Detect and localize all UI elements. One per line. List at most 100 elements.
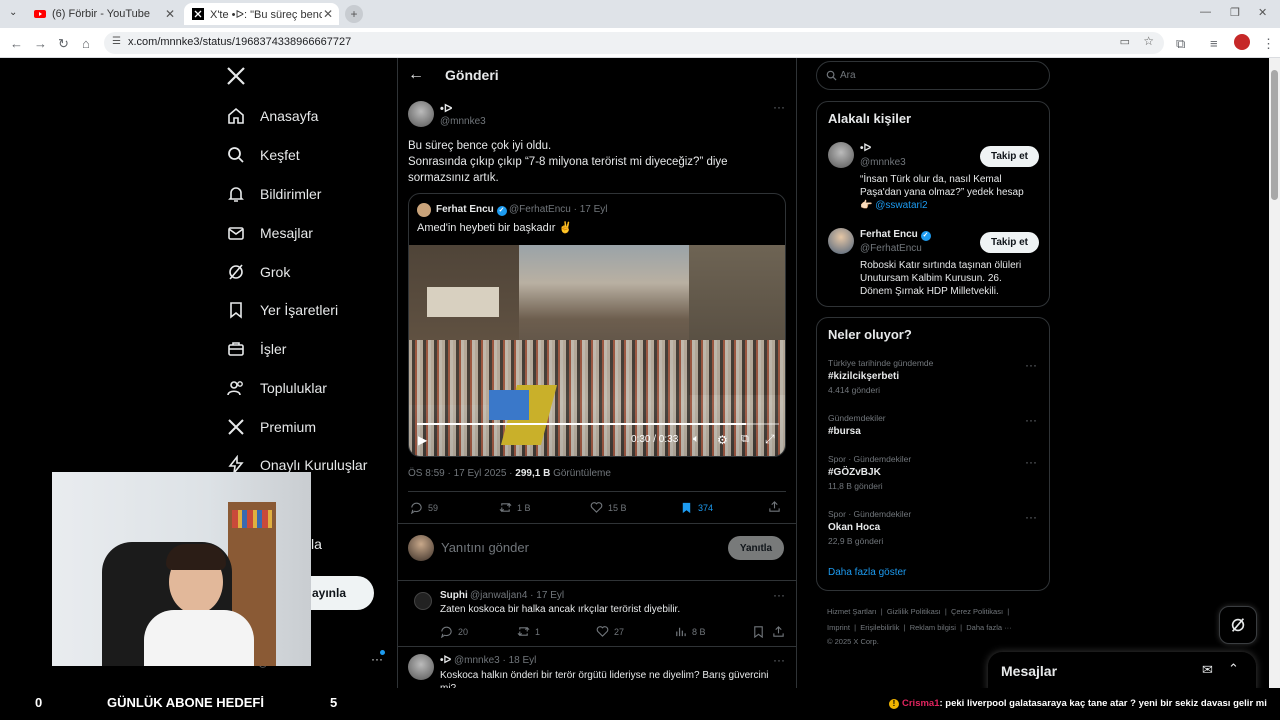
person-name[interactable]: Ferhat Encu ✓: [860, 229, 931, 241]
follow-button[interactable]: Takip et: [980, 232, 1039, 253]
reply-author-handle[interactable]: @janwaljan4 · 17 Eyl: [470, 590, 564, 601]
avatar[interactable]: [414, 592, 432, 610]
reply-button[interactable]: 59: [410, 501, 438, 514]
sidebar-item-jobs[interactable]: İşler: [226, 337, 286, 361]
views-button[interactable]: 8 B: [674, 625, 706, 638]
repost-button[interactable]: 1: [517, 625, 540, 638]
new-tab-button[interactable]: +: [345, 5, 363, 23]
forward-icon[interactable]: →: [34, 36, 47, 51]
sidebar-item-bookmarks[interactable]: Yer İşaretleri: [226, 298, 338, 322]
reply-submit-button[interactable]: Yanıtla: [728, 536, 784, 560]
page-scrollbar[interactable]: [1269, 58, 1280, 688]
bookmark-button[interactable]: [752, 625, 770, 638]
extensions-icon[interactable]: ⧉: [1176, 36, 1185, 52]
footer-link[interactable]: Daha fazla ···: [966, 623, 1011, 632]
back-arrow-icon[interactable]: ←: [408, 66, 424, 84]
video-player[interactable]: ▶ 0:30 / 0:33 🔈︎ ⚙ ⧉ ⤢: [409, 245, 785, 456]
bio-link[interactable]: @sswatari2: [875, 200, 927, 211]
sidebar-item-communities[interactable]: Topluluklar: [226, 376, 327, 400]
person-handle[interactable]: @mnnke3: [860, 157, 906, 168]
site-info-icon[interactable]: ☰: [112, 36, 121, 47]
close-tab-icon[interactable]: ✕: [165, 7, 175, 21]
avatar[interactable]: [828, 142, 854, 168]
reply-author-handle[interactable]: @mnnke3 · 18 Eyl: [454, 655, 536, 666]
person-handle[interactable]: @FerhatEncu: [860, 243, 922, 254]
reply-more-icon[interactable]: ···: [773, 653, 785, 667]
grok-floating-button[interactable]: [1219, 606, 1257, 644]
trend-more-icon[interactable]: ···: [1025, 510, 1037, 524]
repost-button[interactable]: 1 B: [499, 501, 531, 514]
profile-avatar-icon[interactable]: [1234, 34, 1250, 50]
share-button[interactable]: [772, 625, 790, 638]
sidebar-item-notifications[interactable]: Bildirimler: [226, 182, 321, 206]
trend-item[interactable]: Spor · Gündemdekiler #GÖZvBJK 11,8 B gön…: [828, 454, 1040, 491]
sidebar-item-explore[interactable]: Keşfet: [226, 143, 300, 167]
settings-gear-icon[interactable]: ⚙: [717, 433, 728, 447]
post-more-icon[interactable]: ···: [773, 100, 785, 114]
sidebar-item-grok[interactable]: Grok: [226, 260, 290, 284]
expand-icon[interactable]: ⌃: [1228, 661, 1239, 677]
footer-link[interactable]: Erişilebilirlik: [860, 623, 899, 632]
play-icon[interactable]: ▶: [418, 433, 427, 447]
post-text-line: Sonrasında çıkıp çıkıp “7-8 milyona terö…: [408, 156, 728, 168]
reading-list-icon[interactable]: ≡: [1210, 36, 1218, 51]
browser-menu-icon[interactable]: ⋮: [1262, 36, 1275, 52]
tab-list-chevron-icon[interactable]: ⌄: [9, 7, 17, 18]
reply-author-name[interactable]: •ᐅ: [440, 655, 451, 666]
tab-youtube[interactable]: (6) Förbir - YouTube ✕: [26, 3, 181, 25]
trend-item[interactable]: Gündemdekiler #bursa: [828, 413, 1040, 437]
tab-x-post[interactable]: X'te •ᐅ: "Bu süreç bence çok iyi ✕: [184, 3, 339, 25]
footer-link[interactable]: Hizmet Şartları: [827, 607, 877, 616]
reload-icon[interactable]: ↻: [58, 36, 69, 52]
reply-input[interactable]: Yanıtını gönder: [441, 540, 529, 555]
messages-drawer[interactable]: Mesajlar ✉ ⌃: [988, 652, 1256, 692]
trend-item[interactable]: Türkiye tarihinde gündemde #kizilcikşerb…: [828, 358, 1040, 395]
url-field[interactable]: ☰ x.com/mnnke3/status/196837433896666772…: [104, 32, 1164, 54]
restore-icon[interactable]: ❐: [1230, 6, 1240, 19]
quoted-post[interactable]: Ferhat Encu ✓ @FerhatEncu · 17 Eyl Amed'…: [408, 193, 786, 457]
new-message-icon[interactable]: ✉: [1202, 662, 1213, 678]
close-tab-icon[interactable]: ✕: [323, 7, 333, 21]
share-button[interactable]: [768, 500, 786, 513]
footer-link[interactable]: Imprint: [827, 623, 850, 632]
trend-more-icon[interactable]: ···: [1025, 413, 1037, 427]
footer-link[interactable]: Çerez Politikası: [951, 607, 1003, 616]
like-button[interactable]: 27: [596, 625, 624, 638]
trend-more-icon[interactable]: ···: [1025, 358, 1037, 372]
post-author-handle[interactable]: @mnnke3: [440, 116, 486, 127]
show-more-link[interactable]: Daha fazla göster: [828, 567, 906, 578]
like-button[interactable]: 15 B: [590, 501, 627, 514]
footer-link[interactable]: Gizlilik Politikası: [887, 607, 941, 616]
bookmark-star-icon[interactable]: ☆: [1143, 34, 1154, 48]
volume-icon[interactable]: 🔈︎: [693, 433, 700, 446]
avatar[interactable]: [408, 101, 434, 127]
minimize-icon[interactable]: —: [1200, 6, 1211, 18]
bookmark-button[interactable]: 374: [680, 501, 713, 514]
footer-link[interactable]: Reklam bilgisi: [910, 623, 956, 632]
back-icon[interactable]: ←: [10, 36, 23, 51]
reply-more-icon[interactable]: ···: [773, 588, 785, 602]
trend-more-icon[interactable]: ···: [1025, 455, 1037, 469]
pip-icon[interactable]: ⧉: [741, 433, 749, 446]
person-name[interactable]: •ᐅ: [860, 143, 871, 154]
user-avatar[interactable]: [408, 535, 434, 561]
scrollbar-thumb[interactable]: [1271, 70, 1278, 200]
search-input[interactable]: Ara: [816, 61, 1050, 90]
sidebar-item-messages[interactable]: Mesajlar: [226, 221, 313, 245]
fullscreen-icon[interactable]: ⤢: [765, 432, 775, 447]
trend-item[interactable]: Spor · Gündemdekiler Okan Hoca 22,9 B gö…: [828, 509, 1040, 546]
avatar[interactable]: [408, 654, 434, 680]
post-author-name[interactable]: •ᐅ: [440, 102, 452, 115]
reply-author-name[interactable]: Suphi: [440, 590, 468, 601]
sidebar-item-premium[interactable]: Premium: [226, 415, 316, 439]
video-progress-track[interactable]: [417, 423, 779, 425]
home-browser-icon[interactable]: ⌂: [82, 36, 90, 51]
follow-button[interactable]: Takip et: [980, 146, 1039, 167]
reply-button[interactable]: 20: [440, 625, 468, 638]
avatar[interactable]: [828, 228, 854, 254]
close-window-icon[interactable]: ✕: [1258, 6, 1267, 19]
sidebar-item-more[interactable]: la: [311, 532, 322, 556]
sidebar-item-home[interactable]: Anasayfa: [226, 104, 318, 128]
cast-icon[interactable]: ▭: [1120, 35, 1130, 48]
x-logo-icon[interactable]: [226, 66, 246, 86]
